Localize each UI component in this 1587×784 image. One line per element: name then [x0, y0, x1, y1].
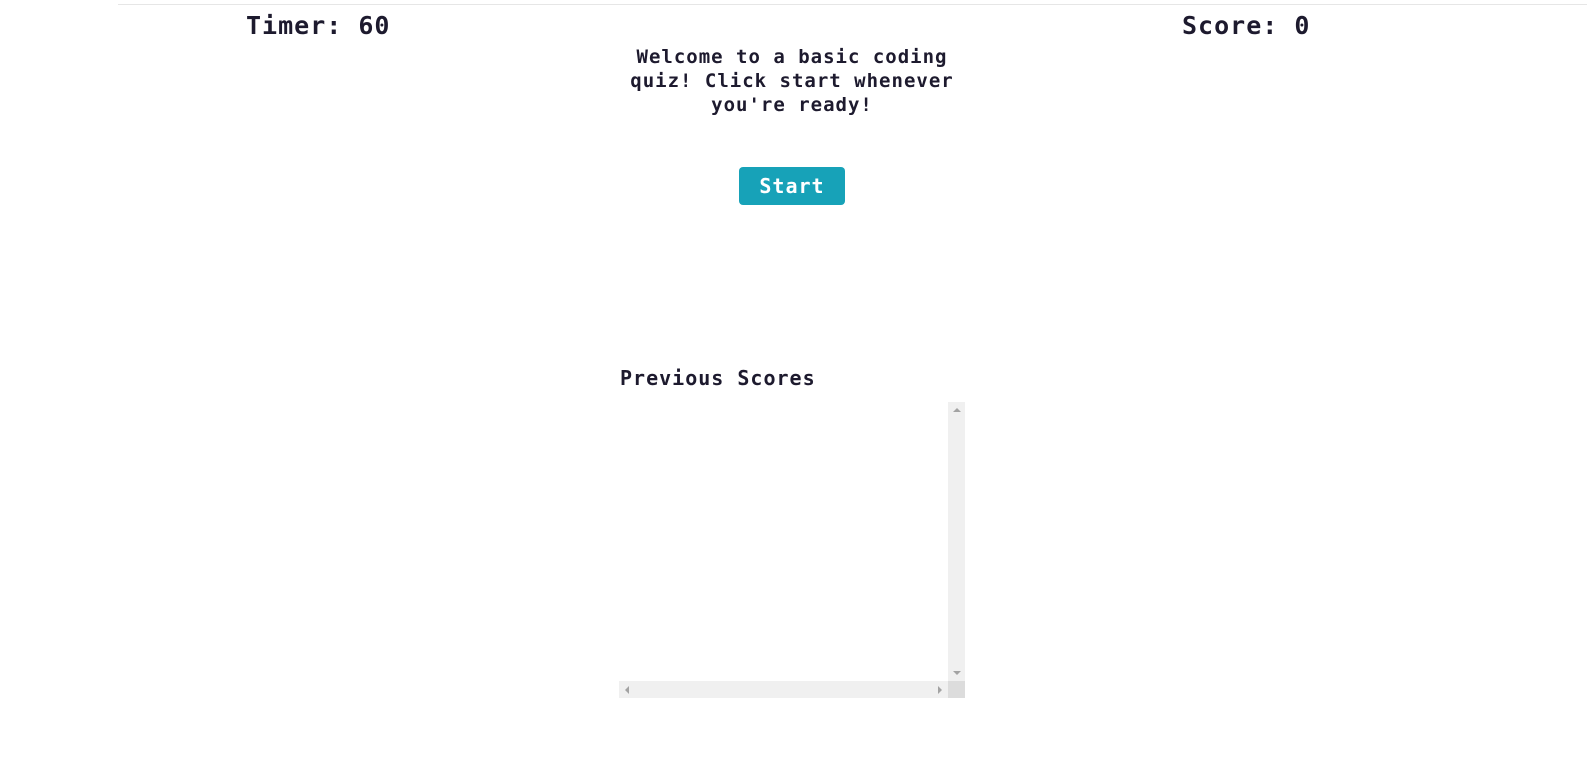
previous-scores-content	[619, 402, 948, 681]
timer-display: Timer: 60	[246, 11, 391, 40]
scrollbar-corner	[948, 681, 965, 698]
start-button[interactable]: Start	[739, 167, 845, 205]
previous-scores-title: Previous Scores	[620, 366, 816, 390]
top-divider	[118, 4, 1587, 5]
previous-scores-list[interactable]	[619, 402, 965, 698]
scroll-down-icon[interactable]	[953, 671, 961, 675]
scroll-left-icon[interactable]	[625, 686, 629, 694]
welcome-message: Welcome to a basic coding quiz! Click st…	[630, 46, 954, 116]
scroll-up-icon[interactable]	[953, 408, 961, 412]
horizontal-scrollbar[interactable]	[619, 681, 948, 698]
scroll-right-icon[interactable]	[938, 686, 942, 694]
vertical-scrollbar[interactable]	[948, 402, 965, 681]
score-display: Score: 0	[1182, 11, 1311, 40]
